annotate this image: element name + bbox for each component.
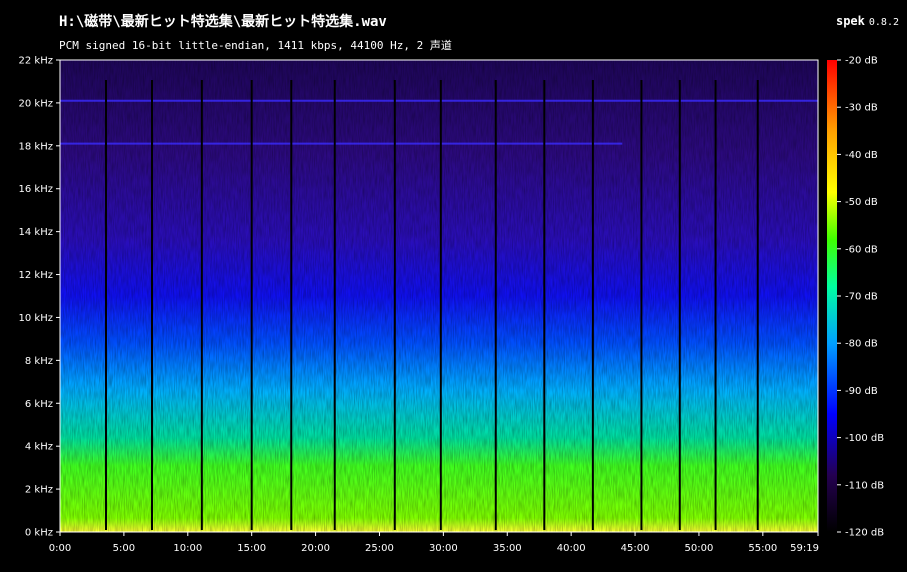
colorbar-tick-label: -90 dB — [845, 386, 878, 397]
y-tick-label: 18 kHz — [19, 141, 53, 152]
y-tick-label: 8 kHz — [25, 356, 53, 367]
x-tick-label: 45:00 — [621, 543, 650, 554]
colorbar-tick-label: -110 dB — [845, 480, 884, 491]
x-tick-label: 25:00 — [365, 543, 394, 554]
x-tick-label: 0:00 — [49, 543, 71, 554]
colorbar-tick-label: -80 dB — [845, 339, 878, 350]
y-tick-label: 4 kHz — [25, 442, 53, 453]
x-tick-label: 55:00 — [748, 543, 777, 554]
colorbar-tick-label: -50 dB — [845, 197, 878, 208]
spectrogram-chart: 0 kHz 2 kHz 4 kHz 6 kHz 8 kHz 10 kHz 12 kHz 14 … — [19, 56, 885, 555]
x-tick-label: 20:00 — [301, 543, 330, 554]
colorbar-tick-label: -120 dB — [845, 528, 884, 539]
x-tick-label: 10:00 — [173, 543, 202, 554]
colorbar-tick-label: -100 dB — [845, 433, 884, 444]
x-tick-label: 5:00 — [113, 543, 135, 554]
spectrogram-texture — [60, 60, 818, 532]
y-tick-label: 14 kHz — [19, 227, 53, 238]
colorbar-tick-label: -60 dB — [845, 244, 878, 255]
y-tick-label: 22 kHz — [19, 56, 53, 67]
y-tick-label: 6 kHz — [25, 399, 53, 410]
colorbar — [827, 60, 837, 532]
colorbar-tick-label: -30 dB — [845, 103, 878, 114]
colorbar-tick-label: -70 dB — [845, 292, 878, 303]
x-tick-label: 40:00 — [557, 543, 586, 554]
y-tick-label: 10 kHz — [19, 313, 53, 324]
x-tick-label: 50:00 — [685, 543, 714, 554]
y-tick-label: 2 kHz — [25, 485, 53, 496]
y-tick-label: 0 kHz — [25, 528, 53, 539]
x-tick-label: 35:00 — [493, 543, 522, 554]
x-tick-label: 15:00 — [237, 543, 266, 554]
x-tick-label: 30:00 — [429, 543, 458, 554]
y-tick-label: 20 kHz — [19, 98, 53, 109]
y-tick-label: 16 kHz — [19, 184, 53, 195]
x-tick-label: 59:19 — [790, 543, 819, 554]
colorbar-tick-label: -20 dB — [845, 56, 878, 67]
y-tick-label: 12 kHz — [19, 270, 53, 281]
colorbar-tick-label: -40 dB — [845, 150, 878, 161]
